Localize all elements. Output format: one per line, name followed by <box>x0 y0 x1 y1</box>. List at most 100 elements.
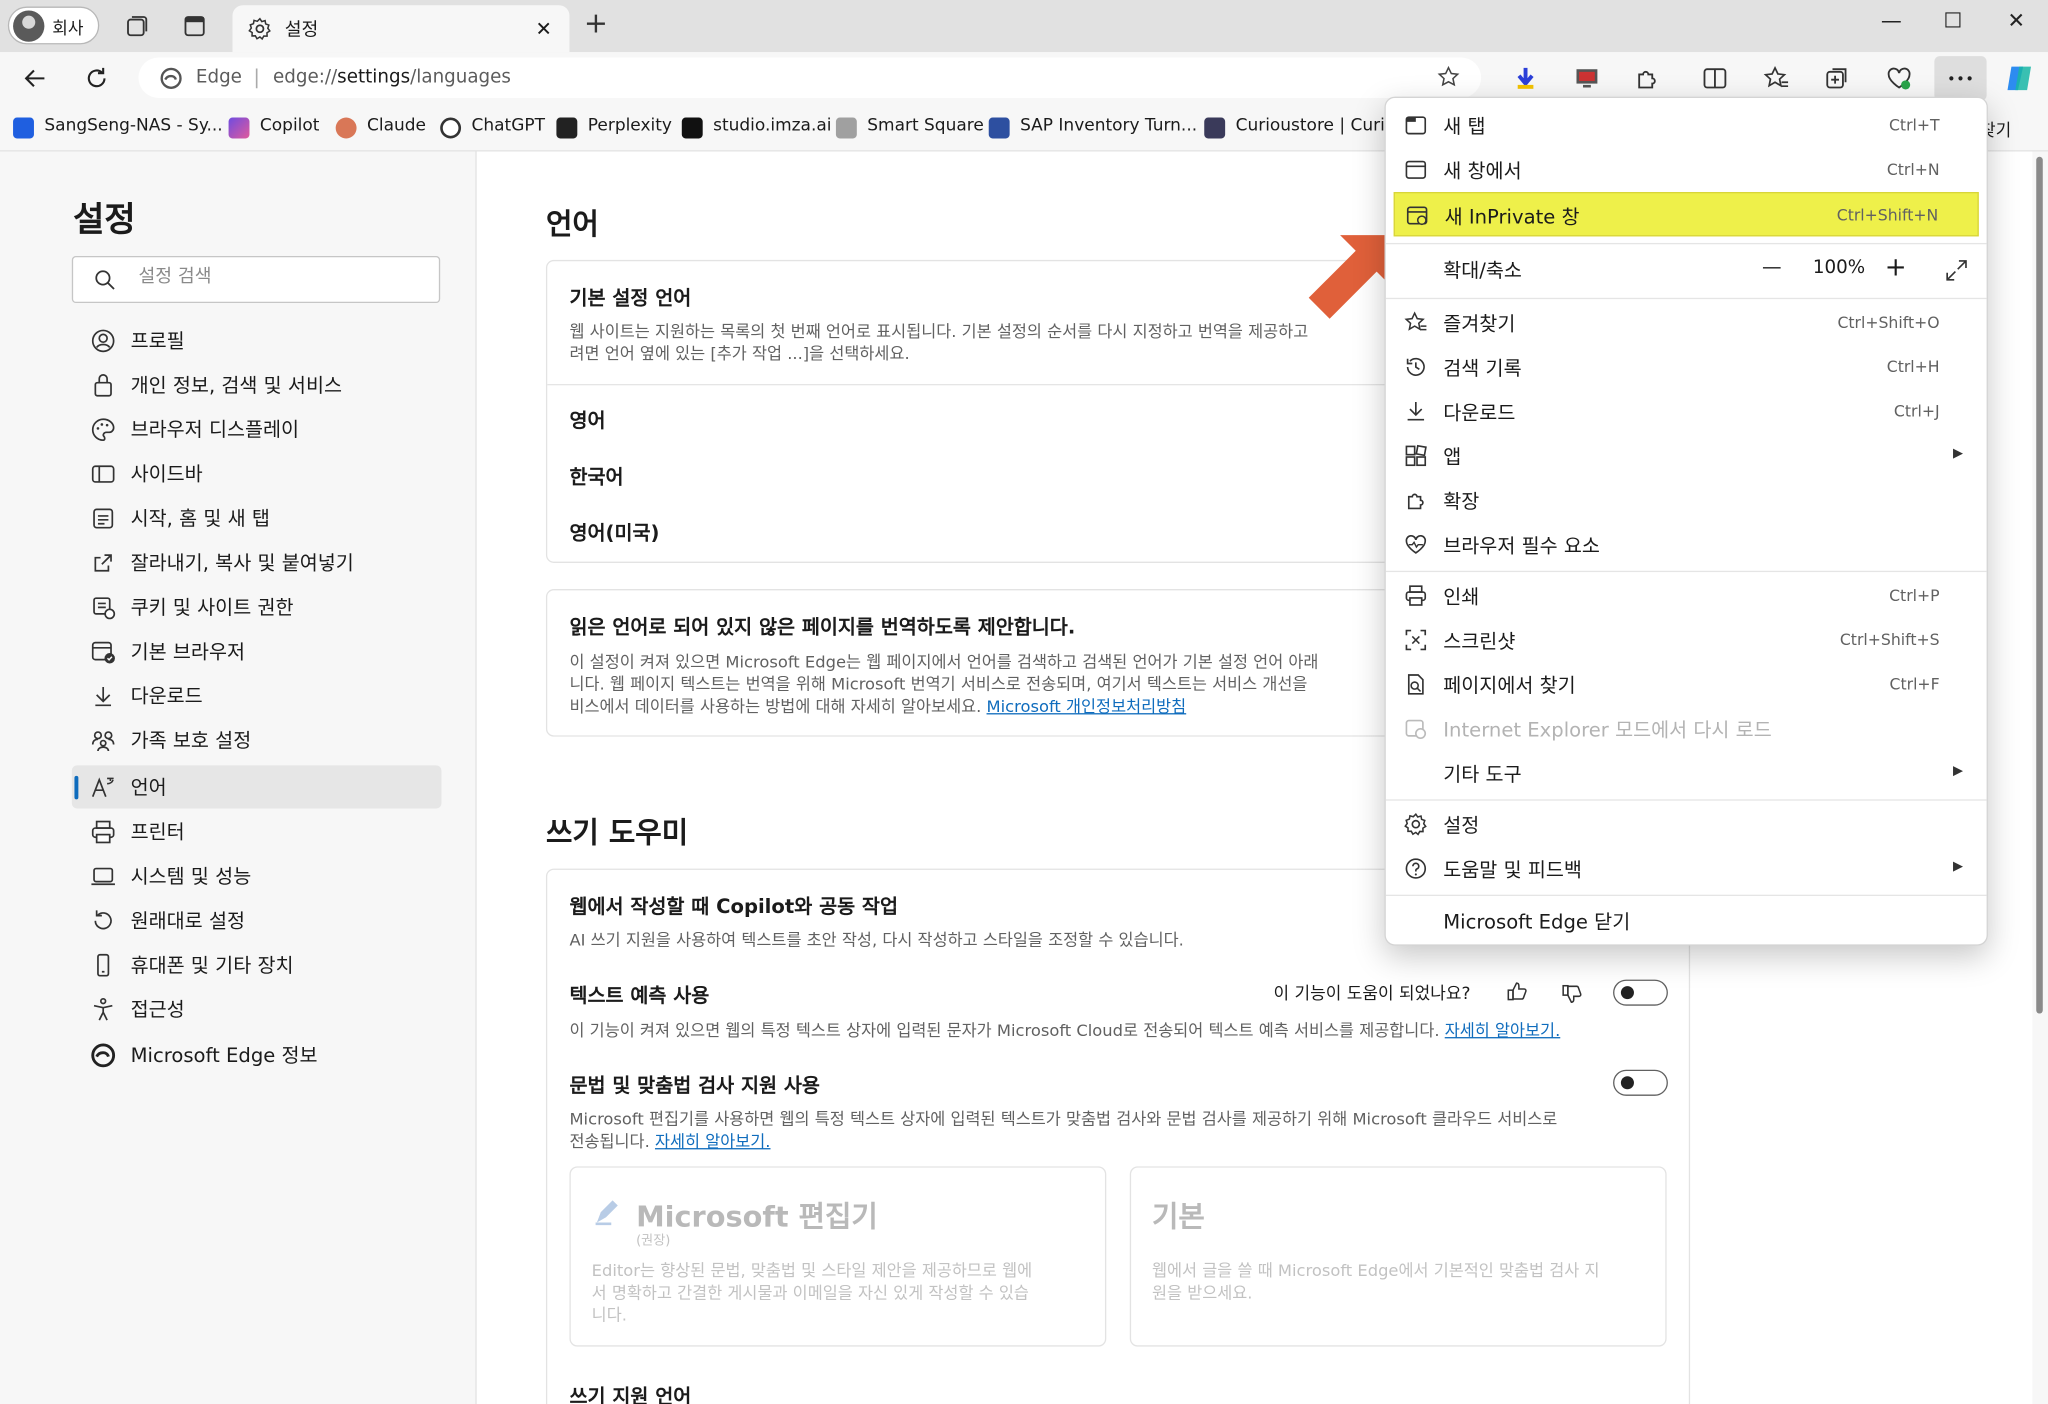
profile-label: 회사 <box>52 19 84 40</box>
menu-item-extensions[interactable]: 확장 <box>1394 478 1979 522</box>
microsoft-editor-option[interactable]: Microsoft 편집기 (권장) Editor는 향상된 문법, 맞춤법 및… <box>569 1166 1107 1347</box>
menu-item-help[interactable]: 도움말 및 피드백 ▶ <box>1394 846 1979 890</box>
edge-logo-icon <box>159 67 183 91</box>
submenu-arrow-icon: ▶ <box>1953 859 1964 874</box>
sidebar-item-about[interactable]: Microsoft Edge 정보 <box>72 1033 442 1076</box>
close-tab-icon[interactable]: ✕ <box>536 17 552 41</box>
extensions-icon[interactable] <box>1634 65 1660 91</box>
refresh-icon[interactable] <box>84 65 110 91</box>
minimize-button[interactable]: — <box>1881 8 1902 33</box>
sidebar-item-label: 개인 정보, 검색 및 서비스 <box>130 373 342 398</box>
address-bar[interactable]: Edge | edge://settings/languages <box>138 57 1482 98</box>
sidebar-item-profile[interactable]: 프로필 <box>72 319 442 362</box>
maximize-button[interactable]: ☐ <box>1944 8 1963 33</box>
menu-item-browser-essentials[interactable]: 브라우저 필수 요소 <box>1394 522 1979 566</box>
sidebar-item-privacy[interactable]: 개인 정보, 검색 및 서비스 <box>72 363 442 406</box>
sidebar-item-downloads[interactable]: 다운로드 <box>72 674 442 717</box>
menu-item-new-inprivate[interactable]: 새 InPrivate 창 Ctrl+Shift+N <box>1393 191 1979 237</box>
url-text[interactable]: edge://settings/languages <box>273 67 511 88</box>
menu-item-label: 확장 <box>1443 489 1480 514</box>
profile-button[interactable]: 회사 <box>7 6 100 45</box>
scrollbar-thumb[interactable] <box>2036 156 2043 1014</box>
menu-item-shortcut: Ctrl+T <box>1888 116 1940 135</box>
thumbs-down-icon[interactable] <box>1561 982 1585 1006</box>
basic-spellcheck-option[interactable]: 기본 웹에서 글을 쓸 때 Microsoft Edge에서 기본적인 맞춤법 … <box>1129 1166 1667 1347</box>
sidebar-item-label: 다운로드 <box>130 684 203 708</box>
learn-more-link[interactable]: 자세히 알아보기. <box>1445 1020 1561 1040</box>
settings-search[interactable] <box>71 255 441 304</box>
menu-item-apps[interactable]: 앱 ▶ <box>1394 434 1979 478</box>
basic-option-desc: 웹에서 글을 쓸 때 Microsoft Edge에서 기본적인 맞춤법 검사 … <box>1152 1259 1599 1303</box>
sidebar-item-accessibility[interactable]: 접근성 <box>72 987 442 1030</box>
menu-item-more-tools[interactable]: 기타 도구 ▶ <box>1394 751 1979 795</box>
tab-settings[interactable]: 설정 ✕ <box>232 5 570 53</box>
extension-download-icon[interactable] <box>1512 65 1538 91</box>
editor-option-desc: Editor는 향상된 문법, 맞춤법 및 스타일 제안을 제공하므로 웹에 서… <box>592 1259 1033 1326</box>
sidebar-item-appearance[interactable]: 브라우저 디스플레이 <box>72 408 442 451</box>
fullscreen-icon[interactable] <box>1945 259 1969 283</box>
sidebar-item-sidebar[interactable]: 사이드바 <box>72 452 442 495</box>
extension-monitor-icon[interactable] <box>1574 65 1600 91</box>
sidebar-item-label: 시스템 및 성능 <box>130 864 252 889</box>
favorites-icon[interactable] <box>1763 65 1789 91</box>
privacy-policy-link[interactable]: Microsoft 개인정보처리방침 <box>987 696 1187 716</box>
sidebar-item-system[interactable]: 시스템 및 성능 <box>72 854 442 897</box>
favorite-star-icon[interactable] <box>1437 65 1461 89</box>
sidebar-item-start-home[interactable]: 시작, 홈 및 새 탭 <box>72 496 442 539</box>
language-item: 영어 <box>569 408 606 433</box>
sidebar-item-printers[interactable]: 프린터 <box>72 810 442 853</box>
preferred-languages-title: 기본 설정 언어 <box>569 286 692 310</box>
default-browser-icon <box>90 639 116 665</box>
thumbs-up-icon[interactable] <box>1506 980 1530 1004</box>
learn-more-link[interactable]: 자세히 알아보기. <box>655 1131 771 1151</box>
grammar-toggle[interactable] <box>1613 1069 1668 1096</box>
menu-item-new-window[interactable]: 새 창에서 Ctrl+N <box>1394 148 1979 192</box>
page-scrollbar[interactable] <box>2032 151 2048 1404</box>
sidebar-item-reset[interactable]: 원래대로 설정 <box>72 899 442 942</box>
copilot-icon[interactable] <box>2004 63 2035 94</box>
sidebar-item-share-copy[interactable]: 잘라내기, 복사 및 붙여넣기 <box>72 541 442 584</box>
back-icon[interactable] <box>22 65 48 91</box>
settings-and-more-button[interactable] <box>1934 56 1987 101</box>
system-icon <box>90 863 116 889</box>
close-window-button[interactable]: ✕ <box>2008 8 2026 33</box>
zoom-in-button[interactable]: + <box>1885 251 1907 282</box>
new-tab-button[interactable]: + <box>584 8 608 41</box>
sidebar-item-default-browser[interactable]: 기본 브라우저 <box>72 630 442 673</box>
menu-item-settings[interactable]: 설정 <box>1394 802 1979 846</box>
vertical-tabs-icon[interactable] <box>182 13 208 39</box>
sidebar-item-cookies[interactable]: 쿠키 및 사이트 권한 <box>72 585 442 628</box>
sidebar-item-label: 원래대로 설정 <box>130 909 245 933</box>
sidebar-item-label: 사이드바 <box>130 462 203 486</box>
menu-item-history[interactable]: 검색 기록 Ctrl+H <box>1394 345 1979 389</box>
browser-essentials-icon[interactable] <box>1886 65 1912 91</box>
zoom-label: 확대/축소 <box>1443 258 1522 283</box>
sidebar-item-family[interactable]: 가족 보호 설정 <box>72 718 442 761</box>
menu-item-screenshot[interactable]: 스크린샷 Ctrl+Shift+S <box>1394 618 1979 662</box>
desc-line: 이 설정이 켜져 있으면 Microsoft Edge는 웹 페이지에서 언어를… <box>569 651 1319 672</box>
search-input[interactable] <box>135 265 429 289</box>
sidebar-item-label: 잘라내기, 복사 및 붙여넣기 <box>130 551 354 575</box>
menu-item-new-tab[interactable]: 새 탭 Ctrl+T <box>1394 103 1979 147</box>
menu-item-close-edge[interactable]: Microsoft Edge 닫기 <box>1394 899 1979 943</box>
split-screen-icon[interactable] <box>1702 65 1728 91</box>
menu-item-label: 새 창에서 <box>1443 159 1522 183</box>
new-window-icon <box>1404 158 1428 182</box>
text-prediction-toggle[interactable] <box>1613 979 1668 1006</box>
menu-item-find[interactable]: 페이지에서 찾기 Ctrl+F <box>1394 662 1979 706</box>
workspaces-icon[interactable] <box>124 13 150 39</box>
menu-divider <box>1385 894 1987 896</box>
menu-item-favorites[interactable]: 즐겨찾기 Ctrl+Shift+O <box>1394 300 1979 344</box>
menu-item-print[interactable]: 인쇄 Ctrl+P <box>1394 573 1979 617</box>
grammar-title: 문법 및 맞춤법 검사 지원 사용 <box>569 1073 820 1098</box>
url-site-label: Edge <box>195 66 242 88</box>
apps-icon <box>1404 444 1428 468</box>
sidebar-item-label: 접근성 <box>130 997 185 1022</box>
sidebar-item-phone[interactable]: 휴대폰 및 기타 장치 <box>72 943 442 986</box>
menu-item-label: 인쇄 <box>1443 585 1480 609</box>
menu-item-downloads[interactable]: 다운로드 Ctrl+J <box>1394 389 1979 433</box>
sidebar-item-label: 쿠키 및 사이트 권한 <box>130 595 294 620</box>
sidebar-item-languages[interactable]: 언어 <box>71 765 442 809</box>
collections-icon[interactable] <box>1825 65 1851 91</box>
zoom-out-button[interactable]: — <box>1762 255 1782 279</box>
